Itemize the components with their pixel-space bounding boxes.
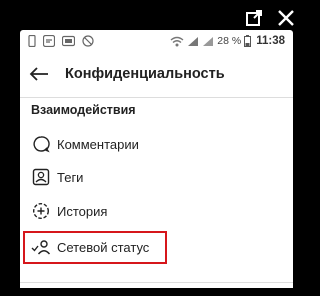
status-time: 11:38 [256, 35, 285, 47]
highlight-box [23, 231, 167, 264]
page-title: Конфиденциальность [65, 66, 225, 82]
phone-screen: 28 % 11:38 Конфиденциальность Взаимодейс… [20, 30, 293, 288]
header-divider [20, 97, 293, 98]
battery-percent: 28 % [217, 35, 242, 47]
menu-item-label: Теги [57, 169, 84, 185]
bottom-divider [20, 282, 293, 283]
menu-item-story[interactable]: История [31, 200, 107, 222]
screen-mirror-icon [62, 35, 75, 47]
comment-icon [31, 134, 51, 154]
menu-item-comments[interactable]: Комментарии [31, 133, 139, 155]
signal-icon-2 [203, 36, 214, 46]
menu-item-label: История [57, 203, 108, 219]
status-bar: 28 % 11:38 [20, 30, 293, 52]
menu-item-tags[interactable]: Теги [31, 166, 83, 188]
section-title: Взаимодействия [31, 103, 136, 117]
phone-icon [28, 35, 36, 47]
battery-icon [244, 35, 252, 47]
open-external-icon[interactable] [243, 7, 265, 29]
mail-icon [43, 35, 55, 47]
tag-person-icon [31, 167, 51, 187]
signal-icon [188, 36, 199, 46]
do-not-disturb-icon [82, 35, 94, 47]
app-header: Конфиденциальность [20, 56, 293, 92]
wifi-icon [170, 36, 184, 46]
menu-item-label: Комментарии [57, 136, 139, 152]
screenshot-frame: 28 % 11:38 Конфиденциальность Взаимодейс… [0, 0, 311, 296]
story-add-icon [31, 201, 51, 221]
back-arrow-icon[interactable] [29, 64, 51, 84]
close-icon[interactable] [275, 7, 297, 29]
window-controls [243, 7, 297, 29]
